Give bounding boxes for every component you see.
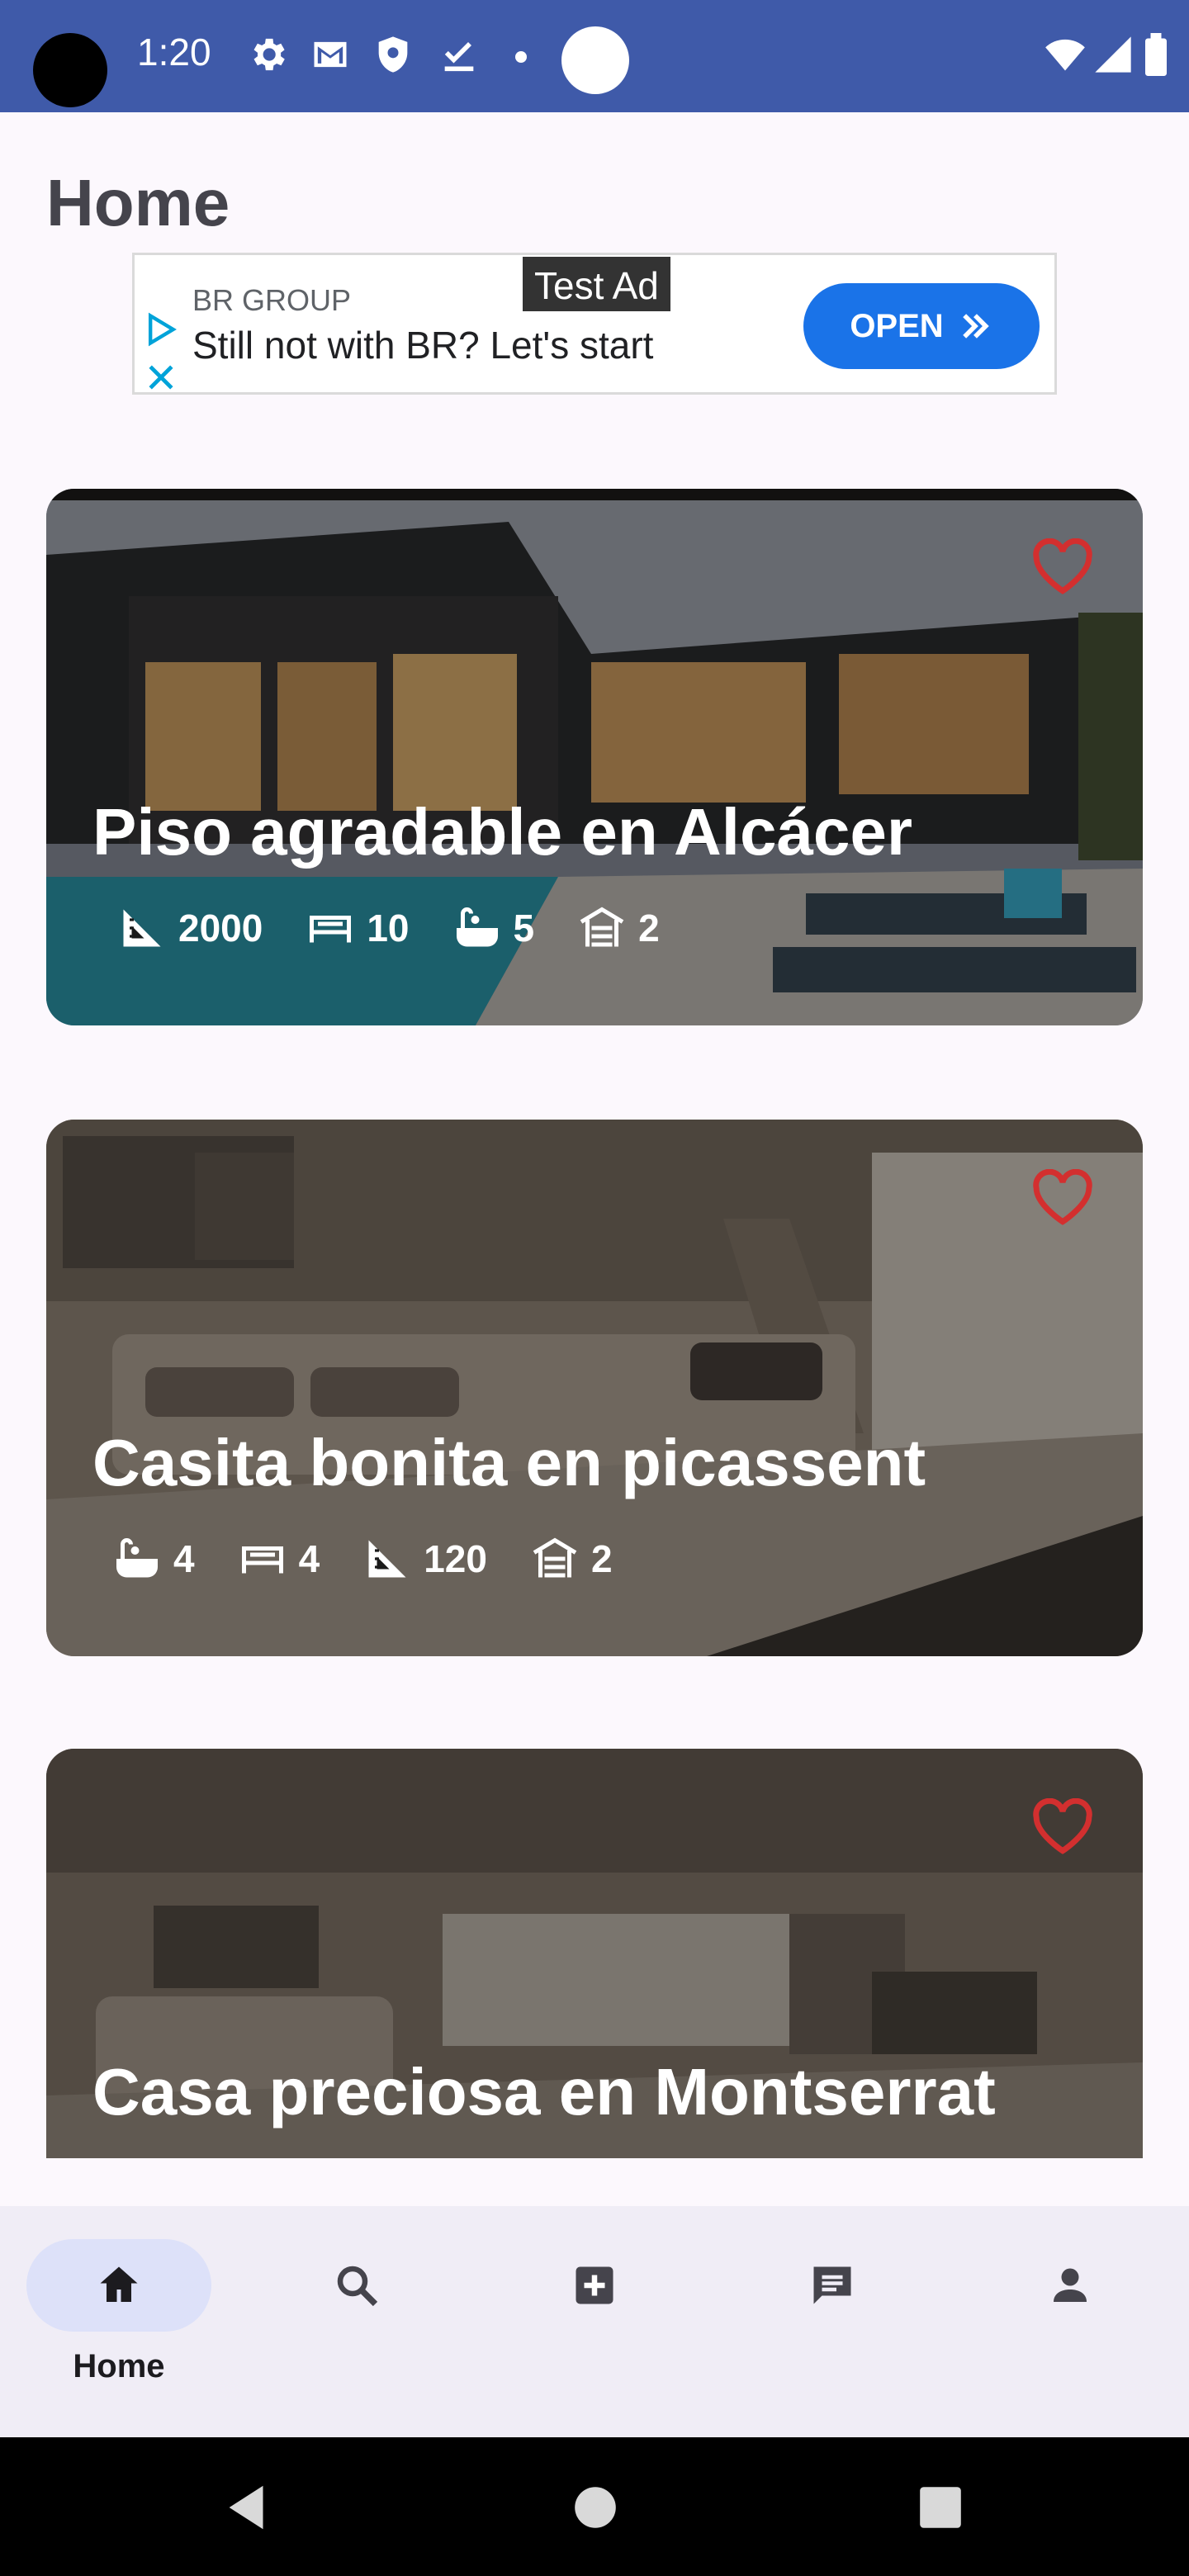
spec-value: 10	[367, 907, 410, 949]
add-box-icon	[576, 2266, 613, 2304]
spec-value: 4	[173, 1537, 195, 1580]
spec-garage: 2	[530, 1534, 613, 1584]
nav-add[interactable]	[502, 2239, 687, 2404]
spec-beds: 4	[238, 1534, 320, 1584]
spec-baths: 4	[112, 1534, 195, 1584]
nav-home-indicator	[26, 2239, 211, 2332]
listing-title: Casita bonita en picassent	[92, 1426, 926, 1499]
bathtub-icon	[116, 1538, 158, 1578]
bottom-navigation: Home	[0, 2206, 1189, 2437]
nav-profile-pill	[978, 2239, 1163, 2332]
favorite-heart-icon[interactable]	[1030, 1797, 1095, 1856]
spec-beds: 10	[306, 903, 410, 953]
listing-specs: 4 4 120 2	[112, 1534, 613, 1584]
battery-icon	[1139, 33, 1172, 76]
home-icon	[100, 2266, 138, 2302]
bed-icon	[241, 1546, 283, 1574]
listing-card[interactable]: Casita bonita en picassent 4 4 120 2	[46, 1120, 1143, 1656]
ad-open-label: OPEN	[850, 307, 944, 344]
double-chevron-right-icon	[962, 314, 989, 339]
home-circle-icon[interactable]	[566, 2479, 624, 2536]
dot-icon	[515, 51, 527, 63]
spec-garage: 2	[577, 903, 660, 953]
bed-icon	[310, 916, 352, 943]
nav-home[interactable]: Home	[26, 2239, 211, 2404]
ad-brand: BR GROUP	[192, 283, 352, 317]
ad-play-icon[interactable]	[143, 311, 179, 348]
settings-icon	[246, 33, 289, 76]
area-icon	[368, 1540, 406, 1578]
shield-icon	[372, 33, 414, 76]
system-navigation-bar	[0, 2437, 1189, 2576]
status-time: 1:20	[137, 31, 211, 73]
nav-home-label: Home	[73, 2348, 165, 2384]
nav-profile[interactable]	[978, 2239, 1163, 2404]
spec-area: 120	[362, 1534, 487, 1584]
favorite-heart-icon[interactable]	[1030, 1168, 1095, 1227]
ad-open-button[interactable]: OPEN	[803, 283, 1040, 369]
area-icon	[123, 909, 161, 947]
listing-title: Casa preciosa en Montserrat	[92, 2055, 996, 2129]
search-icon	[337, 2266, 378, 2307]
nav-messages-pill	[740, 2239, 925, 2332]
spec-value: 4	[298, 1537, 320, 1580]
page-title: Home	[46, 166, 230, 239]
task-check-icon	[438, 33, 481, 76]
garage-icon	[580, 907, 624, 947]
listing-card[interactable]: Casa preciosa en Montserrat	[46, 1749, 1143, 2158]
status-bar: 1:20	[0, 0, 1189, 112]
nav-search-pill	[264, 2239, 449, 2332]
listing-title: Piso agradable en Alcácer	[92, 795, 913, 869]
back-icon[interactable]	[220, 2479, 277, 2536]
wifi-icon	[1040, 33, 1090, 76]
close-icon[interactable]	[143, 359, 179, 395]
camera-cutout	[33, 33, 107, 107]
chat-icon	[813, 2266, 851, 2304]
spec-value: 2	[590, 1537, 613, 1580]
gmail-icon	[309, 33, 352, 76]
listing-specs: 2000 10 5 2	[117, 903, 660, 953]
person-icon	[1054, 2268, 1087, 2302]
spec-area: 2000	[117, 903, 263, 953]
ad-headline[interactable]: Still not with BR? Let's start	[192, 323, 653, 367]
ad-banner[interactable]: BR GROUP Still not with BR? Let's start …	[132, 253, 1057, 395]
recents-square-icon[interactable]	[912, 2479, 969, 2536]
favorite-heart-icon[interactable]	[1030, 537, 1095, 596]
spec-value: 2000	[178, 907, 263, 949]
nav-messages[interactable]	[740, 2239, 925, 2404]
garage-icon	[533, 1537, 577, 1578]
spec-value: 5	[513, 907, 535, 949]
spec-baths: 5	[452, 903, 535, 953]
spec-value: 2	[638, 907, 660, 949]
test-ad-label: Test Ad	[521, 255, 672, 313]
nav-search[interactable]	[264, 2239, 449, 2404]
nav-add-pill	[502, 2239, 687, 2332]
bathtub-icon	[456, 907, 498, 947]
spec-value: 120	[424, 1537, 487, 1580]
listing-card[interactable]: Piso agradable en Alcácer 2000 10 5 2	[46, 489, 1143, 1025]
signal-icon	[1092, 33, 1135, 76]
notification-circle	[561, 26, 629, 94]
